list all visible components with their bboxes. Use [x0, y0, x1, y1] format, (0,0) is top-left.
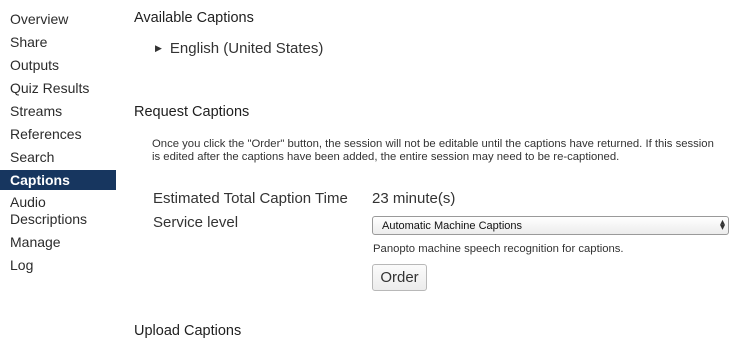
estimated-time-label: Estimated Total Caption Time	[153, 190, 348, 207]
available-captions-heading: Available Captions	[134, 10, 254, 26]
service-level-selected-value: Automatic Machine Captions	[382, 220, 523, 232]
service-level-label: Service level	[153, 214, 239, 231]
upload-captions-heading: Upload Captions	[134, 323, 242, 339]
request-notice-text: Once you click the "Order" button, the s…	[152, 138, 714, 163]
sidebar-item-overview[interactable]: Overview	[10, 11, 116, 28]
select-arrows-icon: ▴ ▾	[719, 217, 725, 233]
sidebar-item-captions[interactable]: Captions	[0, 170, 116, 190]
sidebar-item-search[interactable]: Search	[10, 149, 116, 166]
sidebar-item-outputs[interactable]: Outputs	[10, 57, 116, 74]
service-level-help-text: Panopto machine speech recognition for c…	[373, 243, 624, 255]
sidebar-item-streams[interactable]: Streams	[10, 103, 116, 120]
sidebar-item-log[interactable]: Log	[10, 257, 116, 274]
request-captions-heading: Request Captions	[134, 104, 250, 120]
sidebar-item-references[interactable]: References	[10, 126, 116, 143]
sidebar-item-audio-descriptions[interactable]: Audio Descriptions	[10, 194, 90, 228]
order-button[interactable]: Order	[372, 264, 427, 291]
caption-language-label: English (United States)	[169, 40, 324, 57]
expand-triangle-icon[interactable]: ▶	[155, 43, 162, 53]
estimated-time-value: 23 minute(s)	[372, 190, 456, 207]
sidebar-item-manage[interactable]: Manage	[10, 234, 116, 251]
caption-language-item[interactable]: ▶ English (United States)	[155, 40, 323, 57]
sidebar-item-quiz-results[interactable]: Quiz Results	[10, 80, 116, 97]
sidebar-item-share[interactable]: Share	[10, 34, 116, 51]
service-level-select[interactable]: Automatic Machine Captions ▴ ▾	[372, 216, 729, 235]
